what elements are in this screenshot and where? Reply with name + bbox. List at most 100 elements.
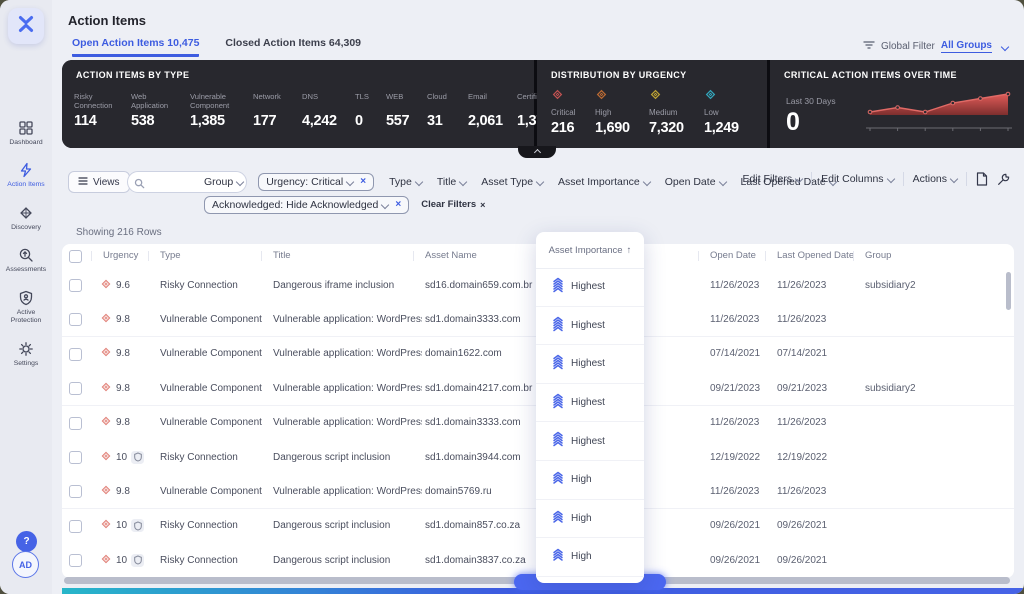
tab-open-action-items[interactable]: Open Action Items 10,475 bbox=[72, 37, 200, 57]
importance-chevrons-icon bbox=[552, 431, 564, 451]
urgency-diamond-icon bbox=[649, 88, 704, 106]
sidebar-item-active-protection[interactable]: Active Protection bbox=[0, 290, 52, 326]
vertical-scrollbar[interactable] bbox=[1006, 272, 1011, 310]
urgency-cell: 10 bbox=[100, 440, 158, 474]
row-checkbox[interactable] bbox=[69, 279, 82, 292]
app-root: Dashboard Action Items Discovery Assessment… bbox=[0, 0, 1024, 594]
last-opened-date-cell: 09/26/2021 bbox=[777, 520, 828, 532]
row-checkbox[interactable] bbox=[69, 382, 82, 396]
wrench-icon[interactable] bbox=[997, 173, 1010, 186]
title-cell[interactable]: Vulnerable application: WordPress ve bbox=[273, 371, 422, 405]
column-header-last-opened-date[interactable]: Last Opened Date bbox=[764, 250, 854, 261]
row-checkbox[interactable] bbox=[69, 313, 82, 327]
row-checkbox[interactable] bbox=[69, 485, 82, 499]
sidebar-item-discovery[interactable]: Discovery bbox=[0, 205, 52, 232]
filter-type[interactable]: Type bbox=[389, 176, 424, 188]
asset-name-cell[interactable]: sd1.domain4217.com.br bbox=[425, 371, 537, 405]
group-cell: subsidiary2 bbox=[865, 279, 916, 291]
filter-title[interactable]: Title bbox=[437, 176, 468, 188]
chevron-down-icon bbox=[345, 177, 355, 186]
views-button[interactable]: Views bbox=[68, 171, 130, 193]
row-checkbox[interactable] bbox=[69, 416, 82, 430]
views-list-icon bbox=[78, 176, 88, 188]
stat-label: Risky Connection bbox=[74, 92, 113, 111]
close-icon: × bbox=[480, 199, 486, 210]
tab-closed-action-items[interactable]: Closed Action Items 64,309 bbox=[225, 37, 361, 57]
filter-acknowledged-hide-acknowledged[interactable]: Acknowledged: Hide Acknowledged × bbox=[204, 195, 410, 214]
asset-importance-cell: Highest bbox=[536, 384, 644, 423]
row-checkbox[interactable] bbox=[69, 554, 82, 568]
column-header-asset-name[interactable]: Asset Name bbox=[413, 250, 477, 261]
column-header-group[interactable]: Group bbox=[852, 250, 891, 261]
open-date-cell: 11/26/2023 bbox=[710, 417, 760, 429]
urgency-diamond-icon bbox=[100, 415, 112, 430]
urgency-score: 9.8 bbox=[116, 348, 130, 360]
sidebar-item-dashboard[interactable]: Dashboard bbox=[0, 120, 52, 147]
column-header-type[interactable]: Type bbox=[148, 250, 181, 261]
column-header-title[interactable]: Title bbox=[261, 250, 291, 261]
asset-name-cell[interactable]: domain1622.com bbox=[425, 337, 537, 371]
urgency-cell: 10 bbox=[100, 543, 158, 577]
filter-urgency-critical[interactable]: Urgency: Critical × bbox=[258, 172, 375, 191]
filter-open-date[interactable]: Open Date bbox=[665, 176, 727, 188]
export-report-icon[interactable] bbox=[976, 172, 988, 186]
edit-columns-dropdown[interactable]: Edit Columns bbox=[821, 173, 895, 185]
filter-asset-type[interactable]: Asset Type bbox=[481, 176, 545, 188]
avatar[interactable]: AD bbox=[12, 551, 39, 578]
row-checkbox[interactable] bbox=[69, 451, 82, 464]
filter-label: Group bbox=[204, 175, 234, 188]
title-cell[interactable]: Dangerous script inclusion bbox=[273, 543, 422, 577]
title-cell[interactable]: Vulnerable application: WordPress ve bbox=[273, 302, 422, 336]
stat-value: 1,690 bbox=[595, 119, 630, 136]
filter-group[interactable]: Group bbox=[204, 175, 245, 188]
clear-filters-button[interactable]: Clear Filters × bbox=[421, 199, 485, 210]
asset-importance-column-header[interactable]: Asset Importance ↑ bbox=[536, 232, 644, 269]
row-checkbox[interactable] bbox=[69, 347, 82, 361]
filter-asset-importance[interactable]: Asset Importance bbox=[558, 175, 651, 188]
title-cell[interactable]: Dangerous iframe inclusion bbox=[273, 268, 422, 302]
title-cell[interactable]: Dangerous script inclusion bbox=[273, 509, 422, 543]
app-logo[interactable] bbox=[8, 8, 44, 44]
sidebar-item-action-items[interactable]: Action Items bbox=[0, 162, 52, 189]
filter-label: Asset Importance bbox=[558, 175, 640, 188]
stats-collapse-handle[interactable] bbox=[518, 146, 556, 158]
select-all-checkbox[interactable] bbox=[69, 250, 82, 263]
asset-name-cell[interactable]: sd1.domain857.co.za bbox=[425, 509, 537, 543]
title-cell[interactable]: Vulnerable application: WordPress ve bbox=[273, 474, 422, 508]
column-header-open-date[interactable]: Open Date bbox=[698, 250, 756, 261]
group-cell bbox=[865, 337, 965, 371]
asset-importance-cell: Highest bbox=[536, 268, 644, 307]
global-filter-value[interactable]: All Groups bbox=[940, 40, 992, 53]
row-count-status: Showing 216 Rows bbox=[76, 227, 162, 238]
urgency-cell: 9.8 bbox=[100, 337, 158, 371]
sidebar-item-settings[interactable]: Settings bbox=[0, 341, 52, 368]
edit-filters-dropdown[interactable]: Edit Filters bbox=[743, 173, 804, 185]
actions-dropdown[interactable]: Actions bbox=[913, 173, 959, 185]
asset-importance-floating-column[interactable]: Asset Importance ↑ Highest Highest Highest… bbox=[536, 232, 644, 583]
stat-value: 557 bbox=[386, 113, 410, 129]
close-icon[interactable]: × bbox=[395, 199, 401, 210]
filter-label: Urgency: Critical bbox=[266, 175, 344, 188]
group-cell bbox=[865, 302, 965, 336]
close-icon[interactable]: × bbox=[360, 176, 366, 187]
asset-name-cell[interactable]: sd1.domain3333.com bbox=[425, 302, 537, 336]
group-cell bbox=[865, 474, 965, 508]
assessments-icon bbox=[18, 247, 34, 263]
asset-name-cell[interactable]: sd1.domain3944.com bbox=[425, 440, 537, 474]
help-button[interactable]: ? bbox=[16, 531, 37, 552]
last-opened-date-cell: 11/26/2023 bbox=[777, 417, 827, 429]
urgency-cell: 9.8 bbox=[100, 302, 158, 336]
tab-count: 10,475 bbox=[167, 37, 200, 49]
last-opened-date-cell: 11/26/2023 bbox=[777, 279, 827, 291]
row-checkbox[interactable] bbox=[69, 519, 82, 533]
title-cell[interactable]: Vulnerable application: WordPress ve bbox=[273, 406, 422, 440]
urgency-score: 9.8 bbox=[116, 313, 130, 325]
asset-name-cell[interactable]: sd16.domain659.com.br bbox=[425, 268, 537, 302]
title-cell[interactable]: Vulnerable application: WordPress ve bbox=[273, 337, 422, 371]
asset-name-cell[interactable]: domain5769.ru bbox=[425, 474, 537, 508]
asset-name-cell[interactable]: sd1.domain3837.co.za bbox=[425, 543, 537, 577]
title-cell[interactable]: Dangerous script inclusion bbox=[273, 440, 422, 474]
asset-name-cell[interactable]: sd1.domain3333.com bbox=[425, 406, 537, 440]
column-header-urgency[interactable]: Urgency bbox=[90, 250, 138, 261]
sidebar-item-assessments[interactable]: Assessments bbox=[0, 247, 52, 274]
